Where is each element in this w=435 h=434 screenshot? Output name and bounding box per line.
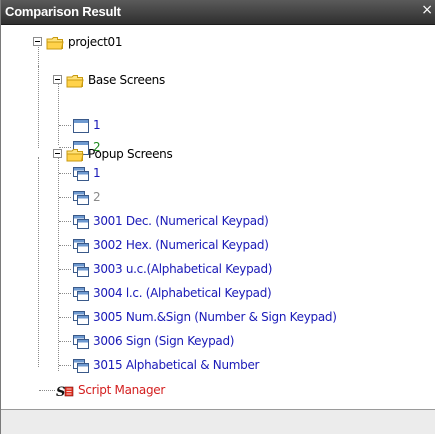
tree-connector bbox=[59, 365, 71, 366]
tree-connector bbox=[59, 317, 71, 318]
tree-node-label: 3002 Hex. (Numerical Keypad) bbox=[93, 238, 269, 252]
popup-screen-icon bbox=[73, 334, 89, 349]
tree-node-label: 3005 Num.&Sign (Number & Sign Keypad) bbox=[93, 310, 337, 324]
tree-node-popup-screen[interactable]: 3006 Sign (Sign Keypad) bbox=[73, 332, 234, 350]
popup-screen-icon bbox=[73, 310, 89, 325]
panel-titlebar: Comparison Result × bbox=[1, 0, 435, 25]
tree-connector bbox=[59, 269, 71, 270]
popup-screen-icon bbox=[73, 262, 89, 277]
tree-node-popup-screen[interactable]: 1 bbox=[73, 164, 101, 182]
tree-connector bbox=[59, 125, 71, 126]
collapse-toggle-base-screens[interactable] bbox=[53, 75, 62, 84]
popup-screen-icon bbox=[73, 190, 89, 205]
popup-screen-icon bbox=[73, 166, 89, 181]
tree-connector bbox=[58, 157, 59, 371]
tree-node-popup-screen[interactable]: 3005 Num.&Sign (Number & Sign Keypad) bbox=[73, 308, 337, 326]
tree-node-popup-screen[interactable]: 3003 u.c.(Alphabetical Keypad) bbox=[73, 260, 272, 278]
tree-node-label: Base Screens bbox=[88, 73, 165, 87]
tree-connector bbox=[59, 293, 71, 294]
tree-node-label: 3006 Sign (Sign Keypad) bbox=[93, 334, 235, 348]
tree-node-popup-screen[interactable]: 3015 Alphabetical & Number bbox=[73, 356, 260, 374]
tree-connector bbox=[38, 157, 39, 367]
tree-connector bbox=[59, 221, 71, 222]
tree-node-popup-screen[interactable]: 3002 Hex. (Numerical Keypad) bbox=[73, 236, 269, 254]
tree-connector bbox=[38, 47, 39, 66]
popup-screen-icon bbox=[73, 286, 89, 301]
tree-node-label: project01 bbox=[68, 35, 123, 49]
tree-node-popup-screens[interactable]: Popup Screens bbox=[66, 145, 173, 163]
folder-icon bbox=[66, 73, 84, 88]
svg-text:S: S bbox=[56, 385, 65, 398]
status-bar bbox=[1, 409, 435, 434]
folder-icon bbox=[46, 35, 64, 50]
popup-screen-icon bbox=[73, 358, 89, 373]
comparison-result-panel: Comparison Result × project01 Base Scree… bbox=[0, 0, 435, 434]
tree-connector bbox=[59, 245, 71, 246]
screen-icon bbox=[73, 118, 89, 133]
popup-screen-icon bbox=[73, 238, 89, 253]
tree-connector bbox=[59, 173, 71, 174]
tree-node-popup-screen[interactable]: 2 bbox=[73, 188, 101, 206]
tree-node-label: 3001 Dec. (Numerical Keypad) bbox=[93, 214, 269, 228]
tree-connector bbox=[59, 341, 71, 342]
tree-node-label: 1 bbox=[93, 118, 101, 132]
panel-title: Comparison Result bbox=[5, 4, 121, 19]
tree-node-label: Script Manager bbox=[78, 383, 166, 397]
tree-node-popup-screen[interactable]: 3001 Dec. (Numerical Keypad) bbox=[73, 212, 269, 230]
popup-screen-icon bbox=[73, 214, 89, 229]
tree-node-project[interactable]: project01 bbox=[46, 33, 123, 51]
tree-node-label: Popup Screens bbox=[88, 147, 173, 161]
comparison-tree[interactable]: project01 Base Screens 1 2 Popup Screens… bbox=[1, 25, 435, 409]
tree-node-label: 1 bbox=[93, 166, 101, 180]
tree-node-base-screens[interactable]: Base Screens bbox=[66, 71, 165, 89]
collapse-toggle-popup-screens[interactable] bbox=[53, 149, 62, 158]
tree-node-script-manager[interactable]: S Script Manager bbox=[56, 381, 166, 400]
tree-node-base-screen-1[interactable]: 1 bbox=[73, 116, 101, 134]
tree-connector bbox=[38, 66, 39, 148]
tree-node-label: 2 bbox=[93, 190, 101, 204]
tree-node-label: 3004 l.c. (Alphabetical Keypad) bbox=[93, 286, 272, 300]
tree-node-label: 3003 u.c.(Alphabetical Keypad) bbox=[93, 262, 273, 276]
collapse-toggle-root[interactable] bbox=[33, 37, 42, 46]
tree-node-popup-screen[interactable]: 3004 l.c. (Alphabetical Keypad) bbox=[73, 284, 272, 302]
tree-connector bbox=[58, 83, 59, 145]
close-icon[interactable]: × bbox=[421, 2, 433, 18]
folder-icon bbox=[66, 147, 84, 162]
tree-connector bbox=[59, 197, 71, 198]
script-manager-icon: S bbox=[56, 383, 74, 400]
tree-node-label: 3015 Alphabetical & Number bbox=[93, 358, 260, 372]
tree-connector bbox=[39, 390, 55, 391]
